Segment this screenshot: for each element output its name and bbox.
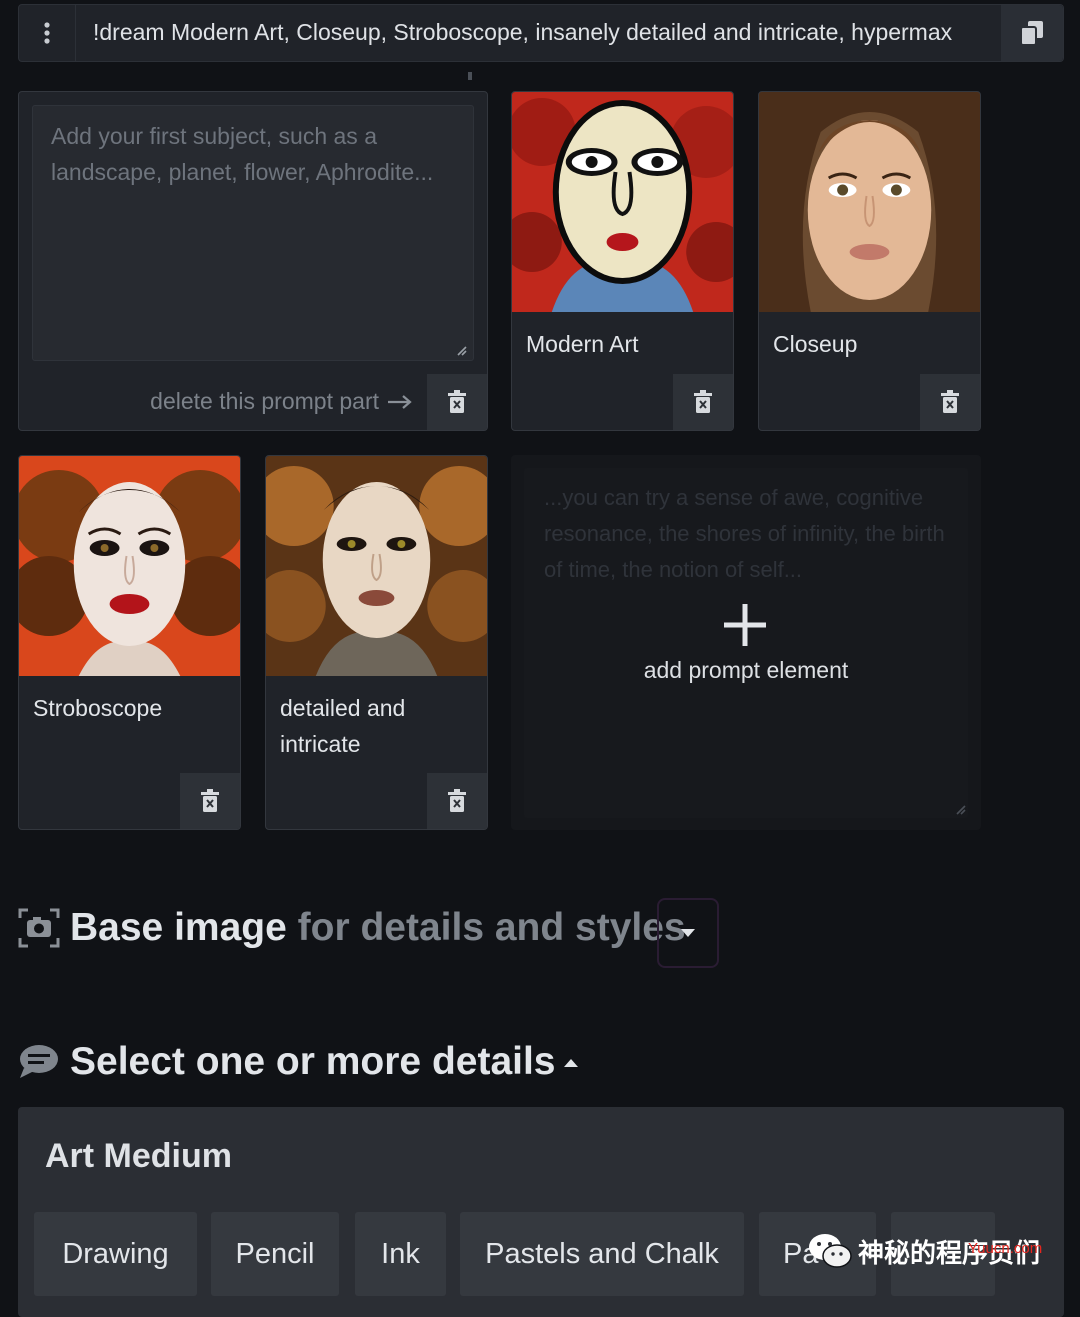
copy-button[interactable] [1001, 5, 1063, 61]
chat-bubbles-icon [20, 1045, 58, 1078]
prompt-card-label: Stroboscope [33, 695, 163, 721]
add-prompt-element-card[interactable]: ...you can try a sense of awe, cognitive… [511, 455, 981, 830]
delete-button[interactable] [427, 773, 487, 829]
delete-button[interactable] [920, 374, 980, 430]
trash-icon [448, 390, 466, 413]
caret-up-icon[interactable] [562, 1058, 580, 1068]
prompt-card-detailed-and-intricate: detailed and intricate [265, 455, 488, 830]
delete-prompt-part-label: delete this prompt part [150, 388, 413, 415]
art-medium-panel: Art Medium Drawing Pencil Ink Pastels an… [18, 1107, 1064, 1317]
delete-button[interactable] [427, 374, 487, 430]
prompt-bar: !dream Modern Art, Closeup, Stroboscope,… [18, 4, 1064, 62]
base-image-dropdown-toggle[interactable] [657, 898, 719, 968]
wechat-icon [809, 1234, 852, 1268]
chip-pencil[interactable]: Pencil [211, 1212, 339, 1296]
arrow-right-icon [388, 394, 412, 409]
trash-icon [448, 789, 466, 812]
delete-button[interactable] [180, 773, 240, 829]
copy-icon [1020, 21, 1043, 46]
stroboscope-image [19, 456, 240, 676]
trash-icon [941, 390, 959, 413]
prompt-card-label: Modern Art [526, 331, 639, 357]
chip-drawing[interactable]: Drawing [34, 1212, 197, 1296]
prompt-card-closeup: Closeup [758, 91, 981, 431]
prompt-card-label: detailed and intricate [280, 695, 406, 757]
chip-ink[interactable]: Ink [355, 1212, 446, 1296]
trash-icon [201, 789, 219, 812]
add-prompt-element-label[interactable]: add prompt element [511, 657, 981, 684]
prompt-card-modern-art: Modern Art [511, 91, 734, 431]
closeup-image [759, 92, 980, 312]
base-image-title: Base image [70, 906, 287, 949]
base-image-heading: Base image for details and styles [70, 906, 686, 950]
prompt-text[interactable]: !dream Modern Art, Closeup, Stroboscope,… [93, 19, 1003, 46]
art-medium-title: Art Medium [45, 1137, 232, 1175]
caret-down-icon [681, 929, 695, 937]
subject-input[interactable]: Add your first subject, such as a landsc… [32, 105, 474, 361]
resize-grip-icon[interactable] [954, 803, 966, 815]
prompt-card-label: Closeup [773, 331, 858, 357]
chip-pastels-and-chalk[interactable]: Pastels and Chalk [460, 1212, 744, 1296]
divider-tick [468, 72, 472, 80]
plus-icon[interactable] [721, 601, 769, 649]
subject-card: Add your first subject, such as a landsc… [18, 91, 488, 431]
modern-art-image [512, 92, 733, 312]
trash-icon [694, 390, 712, 413]
details-heading: Select one or more details [70, 1040, 556, 1083]
resize-grip-icon[interactable] [455, 344, 467, 356]
more-options-icon[interactable] [19, 5, 76, 61]
camera-focus-icon [18, 908, 60, 948]
delete-button[interactable] [673, 374, 733, 430]
base-image-subtitle: for details and styles [297, 906, 686, 949]
watermark-url: Yuucn.com [968, 1240, 1043, 1257]
detailed-and-intricate-image [266, 456, 487, 676]
prompt-card-stroboscope: Stroboscope [18, 455, 241, 830]
